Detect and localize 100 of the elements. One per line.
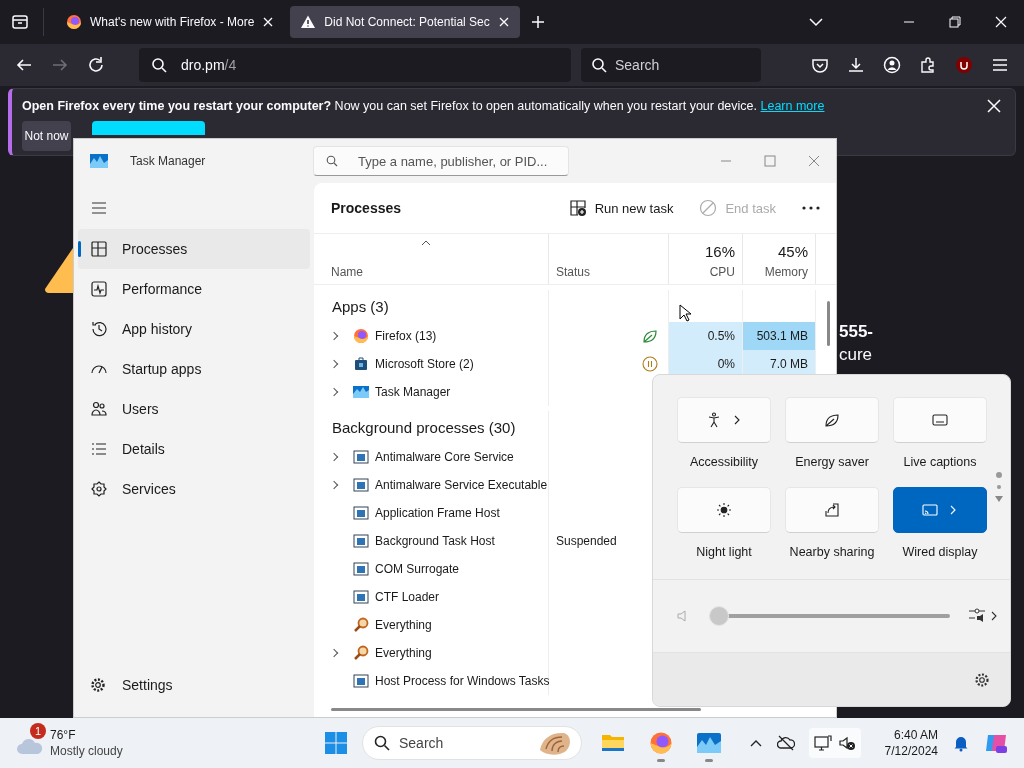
monitor-icon xyxy=(813,734,832,752)
group-heading: Background processes (30) xyxy=(314,411,549,443)
window-icon xyxy=(353,533,369,549)
account-icon[interactable] xyxy=(883,56,901,74)
blocked-icon xyxy=(699,199,718,217)
window-title: Task Manager xyxy=(130,154,207,168)
tile-label: Night light xyxy=(696,545,752,561)
column-header[interactable]: Name xyxy=(331,265,541,279)
pocket-icon[interactable] xyxy=(811,56,829,74)
process-name-cell[interactable]: Firefox (13) xyxy=(314,322,549,350)
process-name-cell[interactable]: Microsoft Store (2) xyxy=(314,350,549,378)
clock[interactable]: 6:40 AM 7/12/2024 xyxy=(884,727,938,759)
task-manager-icon xyxy=(353,384,369,400)
menu-icon[interactable] xyxy=(991,56,1009,74)
nav-item[interactable]: Performance xyxy=(78,269,310,309)
nav-item[interactable]: Services xyxy=(78,469,310,509)
not-now-button[interactable]: Not now xyxy=(22,121,71,151)
cloud-icon xyxy=(16,737,44,755)
details-icon xyxy=(90,440,108,458)
nav-item[interactable]: Startup apps xyxy=(78,349,310,389)
more-icon[interactable] xyxy=(802,206,820,210)
tile-label: Nearby sharing xyxy=(789,545,875,561)
notification-badge: 1 xyxy=(30,723,46,739)
scrollbar-thumb[interactable] xyxy=(827,301,830,346)
window-icon xyxy=(353,477,369,493)
firefox-icon xyxy=(649,731,673,755)
firefox-icon xyxy=(66,14,82,30)
new-tab-icon[interactable] xyxy=(529,14,546,30)
search-field[interactable]: Search xyxy=(362,726,582,760)
tile-label: Wired display xyxy=(902,545,978,561)
shield-icon[interactable] xyxy=(955,56,973,74)
magnifier-icon xyxy=(353,617,369,633)
search-icon xyxy=(326,155,338,167)
process-name-cell[interactable]: CTF Loader xyxy=(314,583,549,611)
sort-icon[interactable] xyxy=(421,240,431,246)
bell-icon[interactable] xyxy=(952,734,970,752)
settings-icon xyxy=(90,677,106,693)
audio-mixer-icon[interactable] xyxy=(968,607,998,625)
store-icon xyxy=(353,356,369,372)
volume-slider[interactable] xyxy=(709,606,950,626)
processes-icon xyxy=(90,240,108,258)
cloud-off-icon[interactable] xyxy=(776,734,795,752)
restore-icon[interactable] xyxy=(949,16,961,28)
nav-item[interactable]: Processes xyxy=(78,229,310,269)
page-text: 555- xyxy=(839,322,874,342)
browser-tab[interactable]: Did Not Connect: Potential Sec xyxy=(290,6,520,38)
cursor-icon xyxy=(679,304,691,322)
search-field[interactable]: Type a name, publisher, or PID... xyxy=(313,146,569,176)
search-icon xyxy=(151,57,167,73)
process-name-cell[interactable]: Antimalware Service Executable xyxy=(314,471,549,499)
window-icon xyxy=(353,589,369,605)
leaf-icon xyxy=(824,412,840,428)
slider-thumb[interactable] xyxy=(709,606,729,626)
puzzle-icon[interactable] xyxy=(919,56,937,74)
settings-icon[interactable] xyxy=(974,671,990,688)
process-name-cell[interactable]: Task Manager xyxy=(314,378,549,406)
address-field[interactable]: dro.pm/4 xyxy=(139,48,571,82)
download-icon[interactable] xyxy=(847,56,865,74)
column-header[interactable]: Memory xyxy=(764,265,808,279)
browser-tab[interactable]: What's new with Firefox - More xyxy=(56,6,285,38)
toolbar-button[interactable]: Run new task xyxy=(562,192,680,224)
start-icon[interactable] xyxy=(324,731,348,755)
process-name-cell[interactable]: Everything xyxy=(314,639,549,667)
nav-item[interactable]: App history xyxy=(78,309,310,349)
process-name-cell[interactable]: Application Frame Host xyxy=(314,499,549,527)
window-icon xyxy=(353,561,369,577)
task-manager-icon xyxy=(90,154,108,168)
column-header[interactable]: CPU xyxy=(709,265,735,279)
task-manager-icon xyxy=(697,731,721,755)
tab-list-icon[interactable] xyxy=(11,13,29,31)
learn-more-link[interactable]: Learn more xyxy=(760,99,825,113)
system-tray-button[interactable] xyxy=(808,728,861,758)
status-cell-text: Suspended xyxy=(555,534,617,548)
nav-item[interactable]: Details xyxy=(78,429,310,469)
memory-cell: 503.1 MB xyxy=(743,322,815,350)
warning-icon xyxy=(300,14,317,30)
chevron-right-icon[interactable] xyxy=(732,415,742,425)
process-name-cell[interactable]: Antimalware Core Service xyxy=(314,443,549,471)
date-text: 7/12/2024 xyxy=(884,743,938,759)
nav-item[interactable]: Users xyxy=(78,389,310,429)
close-icon[interactable] xyxy=(497,16,510,28)
search-field[interactable]: Search xyxy=(581,48,761,82)
page-text: cure xyxy=(839,345,874,365)
window-icon xyxy=(353,505,369,521)
history-icon xyxy=(90,320,108,338)
cast-icon xyxy=(922,502,938,518)
reload-icon[interactable] xyxy=(87,56,105,74)
search-icon xyxy=(591,57,607,73)
temperature: 76°F xyxy=(50,727,77,743)
scrollbar-thumb[interactable] xyxy=(331,708,701,711)
process-name-cell[interactable]: Host Process for Windows Tasks xyxy=(314,667,549,695)
toggle-tile[interactable] xyxy=(893,487,987,533)
process-name-cell[interactable]: Background Task Host xyxy=(314,527,549,555)
pause-icon xyxy=(642,356,658,372)
process-name-cell[interactable]: Everything xyxy=(314,611,549,639)
process-name-cell[interactable]: COM Surrogate xyxy=(314,555,549,583)
column-header[interactable]: Status xyxy=(556,265,661,279)
magnifier-icon xyxy=(353,645,369,661)
close-icon[interactable] xyxy=(262,16,275,28)
settings-item[interactable]: Settings xyxy=(78,665,310,705)
